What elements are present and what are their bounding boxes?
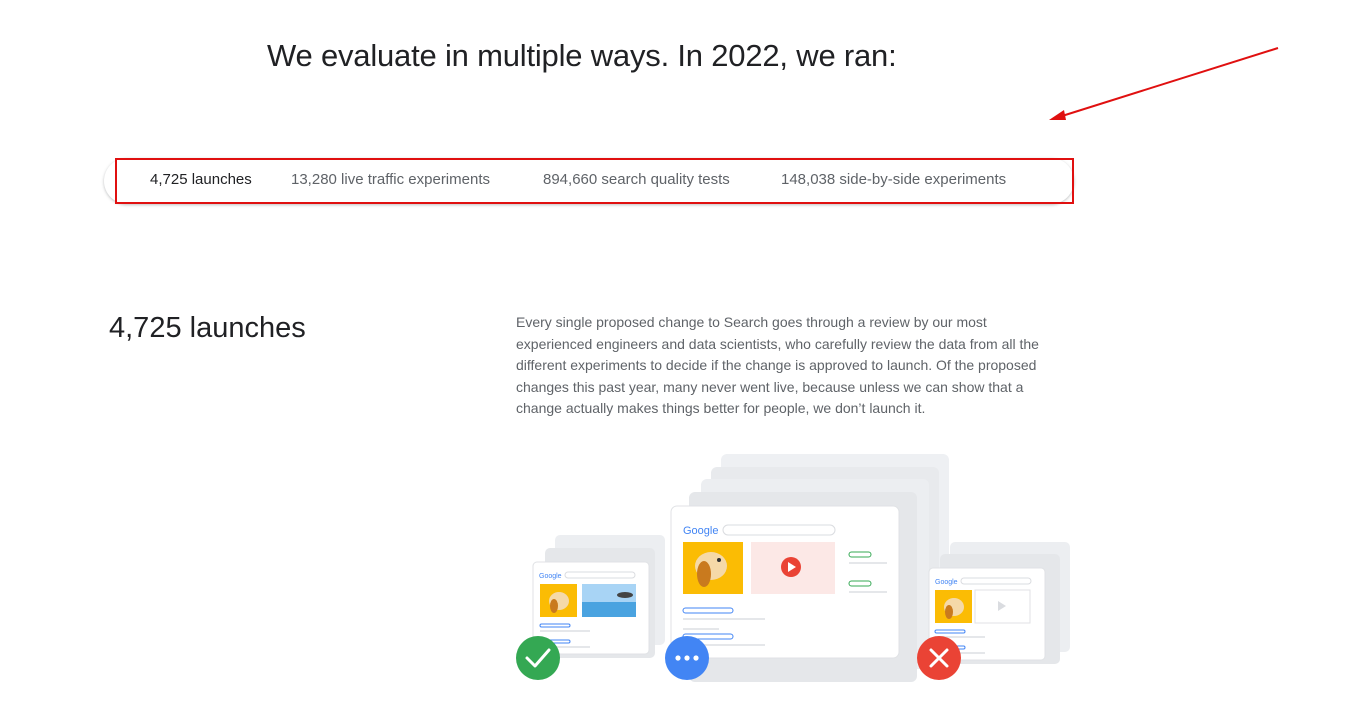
evaluation-illustration: Google Google Google xyxy=(516,454,1070,682)
tab-launches[interactable]: 4,725 launches xyxy=(150,171,252,188)
more-dots-icon xyxy=(665,636,709,680)
svg-text:Google: Google xyxy=(683,525,718,537)
tab-live-traffic-experiments[interactable]: 13,280 live traffic experiments xyxy=(291,171,490,188)
svg-text:Google: Google xyxy=(539,573,562,580)
checkmark-icon xyxy=(516,636,560,680)
section-title: 4,725 launches xyxy=(109,312,306,344)
svg-text:Google: Google xyxy=(935,579,958,586)
search-result-card-center: Google xyxy=(670,505,900,659)
section-body: Every single proposed change to Search g… xyxy=(516,314,1039,416)
close-icon xyxy=(917,636,961,680)
tab-side-by-side-experiments[interactable]: 148,038 side-by-side experiments xyxy=(781,171,1006,188)
tab-search-quality-tests[interactable]: 894,660 search quality tests xyxy=(543,171,730,188)
